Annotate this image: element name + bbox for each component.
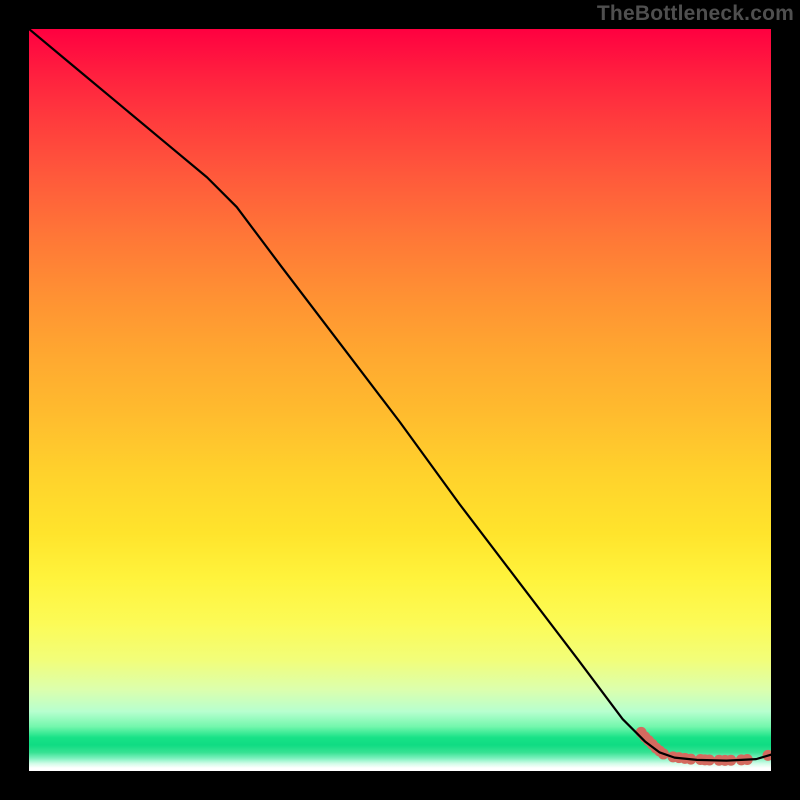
chart-stage: TheBottleneck.com: [0, 0, 800, 800]
watermark-text: TheBottleneck.com: [597, 2, 794, 26]
gradient-background: [29, 29, 771, 771]
plot-frame: [29, 29, 771, 771]
